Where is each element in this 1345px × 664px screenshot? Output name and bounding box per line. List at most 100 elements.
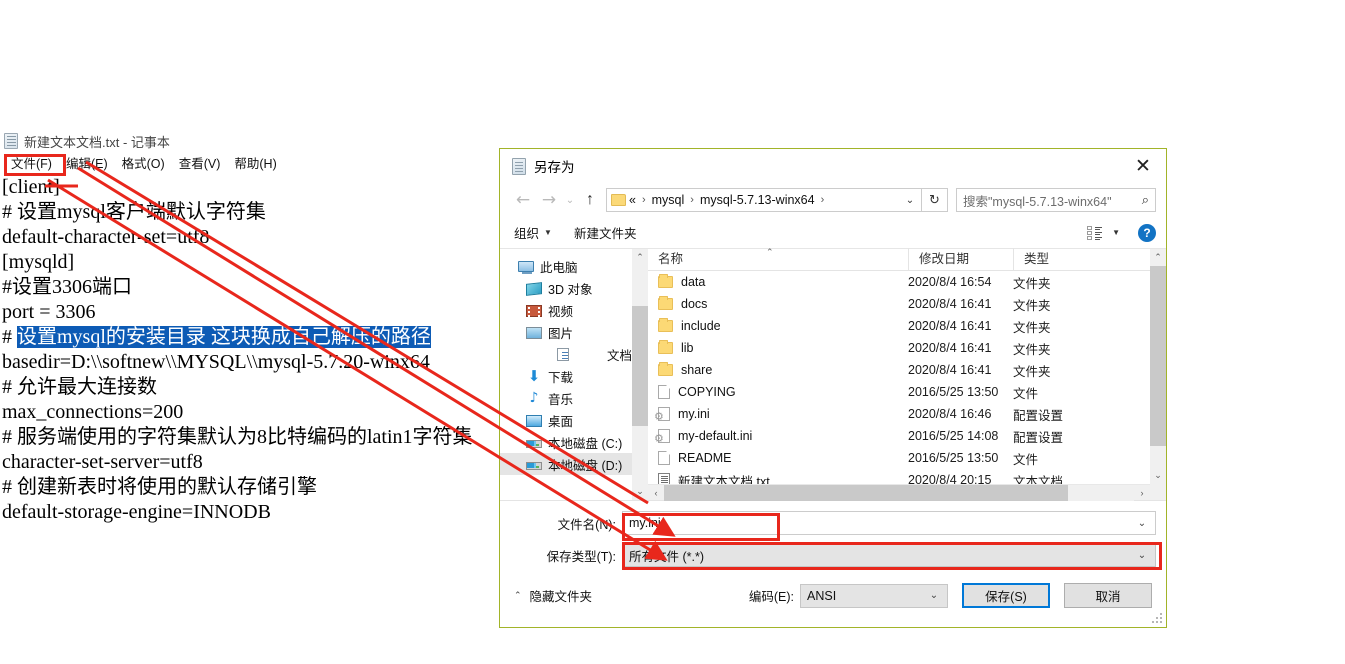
arrow-left-icon[interactable]: ←	[510, 187, 536, 213]
search-input[interactable]: 搜索"mysql-5.7.13-winx64" ⌕	[956, 188, 1156, 212]
drive-icon	[526, 440, 542, 448]
refresh-icon[interactable]: ↻	[922, 188, 948, 212]
file-type: 配置设置	[1013, 408, 1064, 423]
dialog-footer: ⌃ 隐藏文件夹 编码(E): ANSI ⌄ 保存(S) 取消	[500, 573, 1166, 608]
scrollbar-thumb[interactable]	[632, 306, 648, 426]
scroll-left-icon[interactable]: ‹	[648, 488, 664, 498]
file-row[interactable]: README 2016/5/25 13:50 文件	[648, 447, 1150, 469]
tree-item-label: 文档	[606, 348, 632, 363]
file-type: 文件夹	[1013, 298, 1051, 313]
organize-button[interactable]: 组织 ▼	[514, 223, 552, 242]
file-row[interactable]: 新建文本文档.txt 2020/8/4 20:15 文本文档	[648, 469, 1150, 484]
file-name: data	[681, 275, 706, 289]
menu-item-help[interactable]: 帮助(H)	[227, 151, 283, 174]
file-row[interactable]: COPYING 2016/5/25 13:50 文件	[648, 381, 1150, 403]
view-options-icon	[1087, 225, 1103, 240]
file-date: 2020/8/4 16:46	[908, 407, 992, 421]
file-type: 文本文档	[1013, 474, 1064, 485]
column-header-type[interactable]: 类型	[1013, 248, 1133, 270]
file-row[interactable]: lib 2020/8/4 16:41 文件夹	[648, 337, 1150, 359]
notepad-line: #设置3306端口	[2, 276, 132, 298]
notepad-selection: 设置mysql的安装目录 这块换成自己解压的路径	[17, 326, 431, 348]
chevron-down-icon[interactable]: ⌄	[562, 187, 578, 213]
tree-item-videos[interactable]: 视频	[500, 299, 632, 321]
menu-item-view[interactable]: 查看(V)	[172, 151, 228, 174]
search-placeholder: 搜索"mysql-5.7.13-winx64"	[963, 194, 1112, 209]
tree-item-label: 此电脑	[540, 260, 578, 275]
chevron-down-icon[interactable]: ⌄	[1129, 518, 1155, 529]
chevron-down-icon[interactable]: ⌄	[921, 590, 947, 601]
cancel-button[interactable]: 取消	[1064, 583, 1152, 608]
scrollbar-track[interactable]	[664, 484, 1134, 501]
notepad-line: character-set-server=utf8	[2, 451, 203, 473]
notepad-line: default-character-set=utf8	[2, 226, 210, 248]
tree-item-downloads[interactable]: ⬇ 下载	[500, 365, 632, 387]
scroll-right-icon[interactable]: ›	[1134, 488, 1150, 498]
file-name: include	[681, 319, 721, 333]
tree-item-3d-objects[interactable]: 3D 对象	[500, 277, 632, 299]
arrow-right-icon[interactable]: →	[536, 187, 562, 213]
file-list-horizontal-scrollbar[interactable]: ‹ ›	[648, 484, 1150, 501]
file-name: my-default.ini	[678, 429, 753, 443]
tree-item-desktop[interactable]: 桌面	[500, 409, 632, 431]
tree-item-documents[interactable]: 文档	[500, 343, 632, 365]
file-list-scrollbar[interactable]: ⌃ ⌄	[1150, 249, 1166, 500]
breadcrumb-mysql[interactable]: mysql	[649, 193, 688, 207]
file-row[interactable]: my-default.ini 2016/5/25 14:08 配置设置	[648, 425, 1150, 447]
notepad-titlebar: 新建文本文档.txt - 记事本	[0, 130, 500, 152]
folder-icon	[658, 274, 673, 288]
file-list-rows: data 2020/8/4 16:54 文件夹 docs 2020/8/4 16…	[648, 271, 1150, 484]
text-file-icon	[658, 473, 670, 484]
file-name: lib	[681, 341, 694, 355]
save-button[interactable]: 保存(S)	[962, 583, 1050, 608]
menu-item-edit[interactable]: 编辑(E)	[59, 151, 115, 174]
help-icon[interactable]: ?	[1138, 223, 1156, 242]
encoding-value: ANSI	[807, 588, 837, 603]
file-date: 2016/5/25 13:50	[908, 385, 999, 399]
organize-label: 组织	[514, 227, 540, 241]
hide-folders-toggle[interactable]: ⌃ 隐藏文件夹	[514, 586, 592, 605]
tree-item-music[interactable]: ♪ 音乐	[500, 387, 632, 409]
tree-item-local-disk-c[interactable]: 本地磁盘 (C:)	[500, 431, 632, 453]
file-row[interactable]: data 2020/8/4 16:54 文件夹	[648, 271, 1150, 293]
dialog-title: 另存为	[534, 160, 575, 175]
notepad-document-icon	[4, 133, 18, 149]
address-bar[interactable]: « › mysql › mysql-5.7.13-winx64 › ⌄	[606, 188, 922, 212]
explorer-pane: 此电脑 3D 对象 视频 图片 文档 ⬇ 下载 ♪ 音乐 桌面 本地磁盘 (C:…	[500, 247, 1166, 501]
breadcrumb-current[interactable]: mysql-5.7.13-winx64	[697, 193, 818, 207]
file-row[interactable]: my.ini 2020/8/4 16:46 配置设置	[648, 403, 1150, 425]
scrollbar-thumb[interactable]	[1150, 266, 1166, 446]
resize-grip-icon[interactable]	[1152, 613, 1162, 623]
notepad-line: # 服务端使用的字符集默认为8比特编码的latin1字符集	[2, 426, 473, 448]
view-options-button[interactable]: ▼	[1087, 225, 1120, 240]
file-date: 2016/5/25 14:08	[908, 429, 999, 443]
arrow-up-icon[interactable]: ↑	[578, 187, 602, 213]
breadcrumb-separator: ›	[820, 194, 825, 206]
chevron-down-icon[interactable]: ⌄	[899, 195, 921, 206]
menu-item-format[interactable]: 格式(O)	[115, 151, 172, 174]
tree-scrollbar[interactable]: ⌃ ⌄	[632, 249, 648, 500]
scroll-up-icon[interactable]: ⌃	[632, 249, 648, 266]
tree-item-label: 图片	[548, 326, 574, 341]
column-header-date[interactable]: 修改日期	[908, 248, 1013, 270]
scroll-up-icon[interactable]: ⌃	[1150, 249, 1166, 266]
file-row[interactable]: share 2020/8/4 16:41 文件夹	[648, 359, 1150, 381]
tree-item-pictures[interactable]: 图片	[500, 321, 632, 343]
column-header-name[interactable]: 名称 ⌃	[648, 247, 908, 270]
tree-item-this-pc[interactable]: 此电脑	[500, 255, 632, 277]
encoding-select[interactable]: ANSI ⌄	[800, 583, 948, 608]
scroll-down-icon[interactable]: ⌄	[1150, 467, 1166, 484]
scroll-down-icon[interactable]: ⌄	[632, 483, 648, 500]
file-row[interactable]: docs 2020/8/4 16:41 文件夹	[648, 293, 1150, 315]
tree-item-local-disk-d[interactable]: 本地磁盘 (D:)	[500, 453, 632, 475]
notepad-window: 新建文本文档.txt - 记事本 文件(F) 编辑(E) 格式(O) 查看(V)…	[0, 130, 500, 525]
file-type: 文件	[1013, 386, 1039, 401]
file-list-pane: 名称 ⌃ 修改日期 类型 data 2020/8/4 16:54 文件夹 doc…	[648, 247, 1150, 501]
dialog-titlebar: 另存为 ✕	[500, 149, 1166, 183]
close-icon[interactable]: ✕	[1120, 149, 1166, 183]
breadcrumb-root[interactable]: «	[626, 193, 639, 207]
new-folder-button[interactable]: 新建文件夹	[574, 223, 637, 242]
notepad-document-icon	[512, 157, 526, 175]
notepad-text-area[interactable]: [client] # 设置mysql客户端默认字符集 default-chara…	[0, 172, 500, 525]
file-row[interactable]: include 2020/8/4 16:41 文件夹	[648, 315, 1150, 337]
